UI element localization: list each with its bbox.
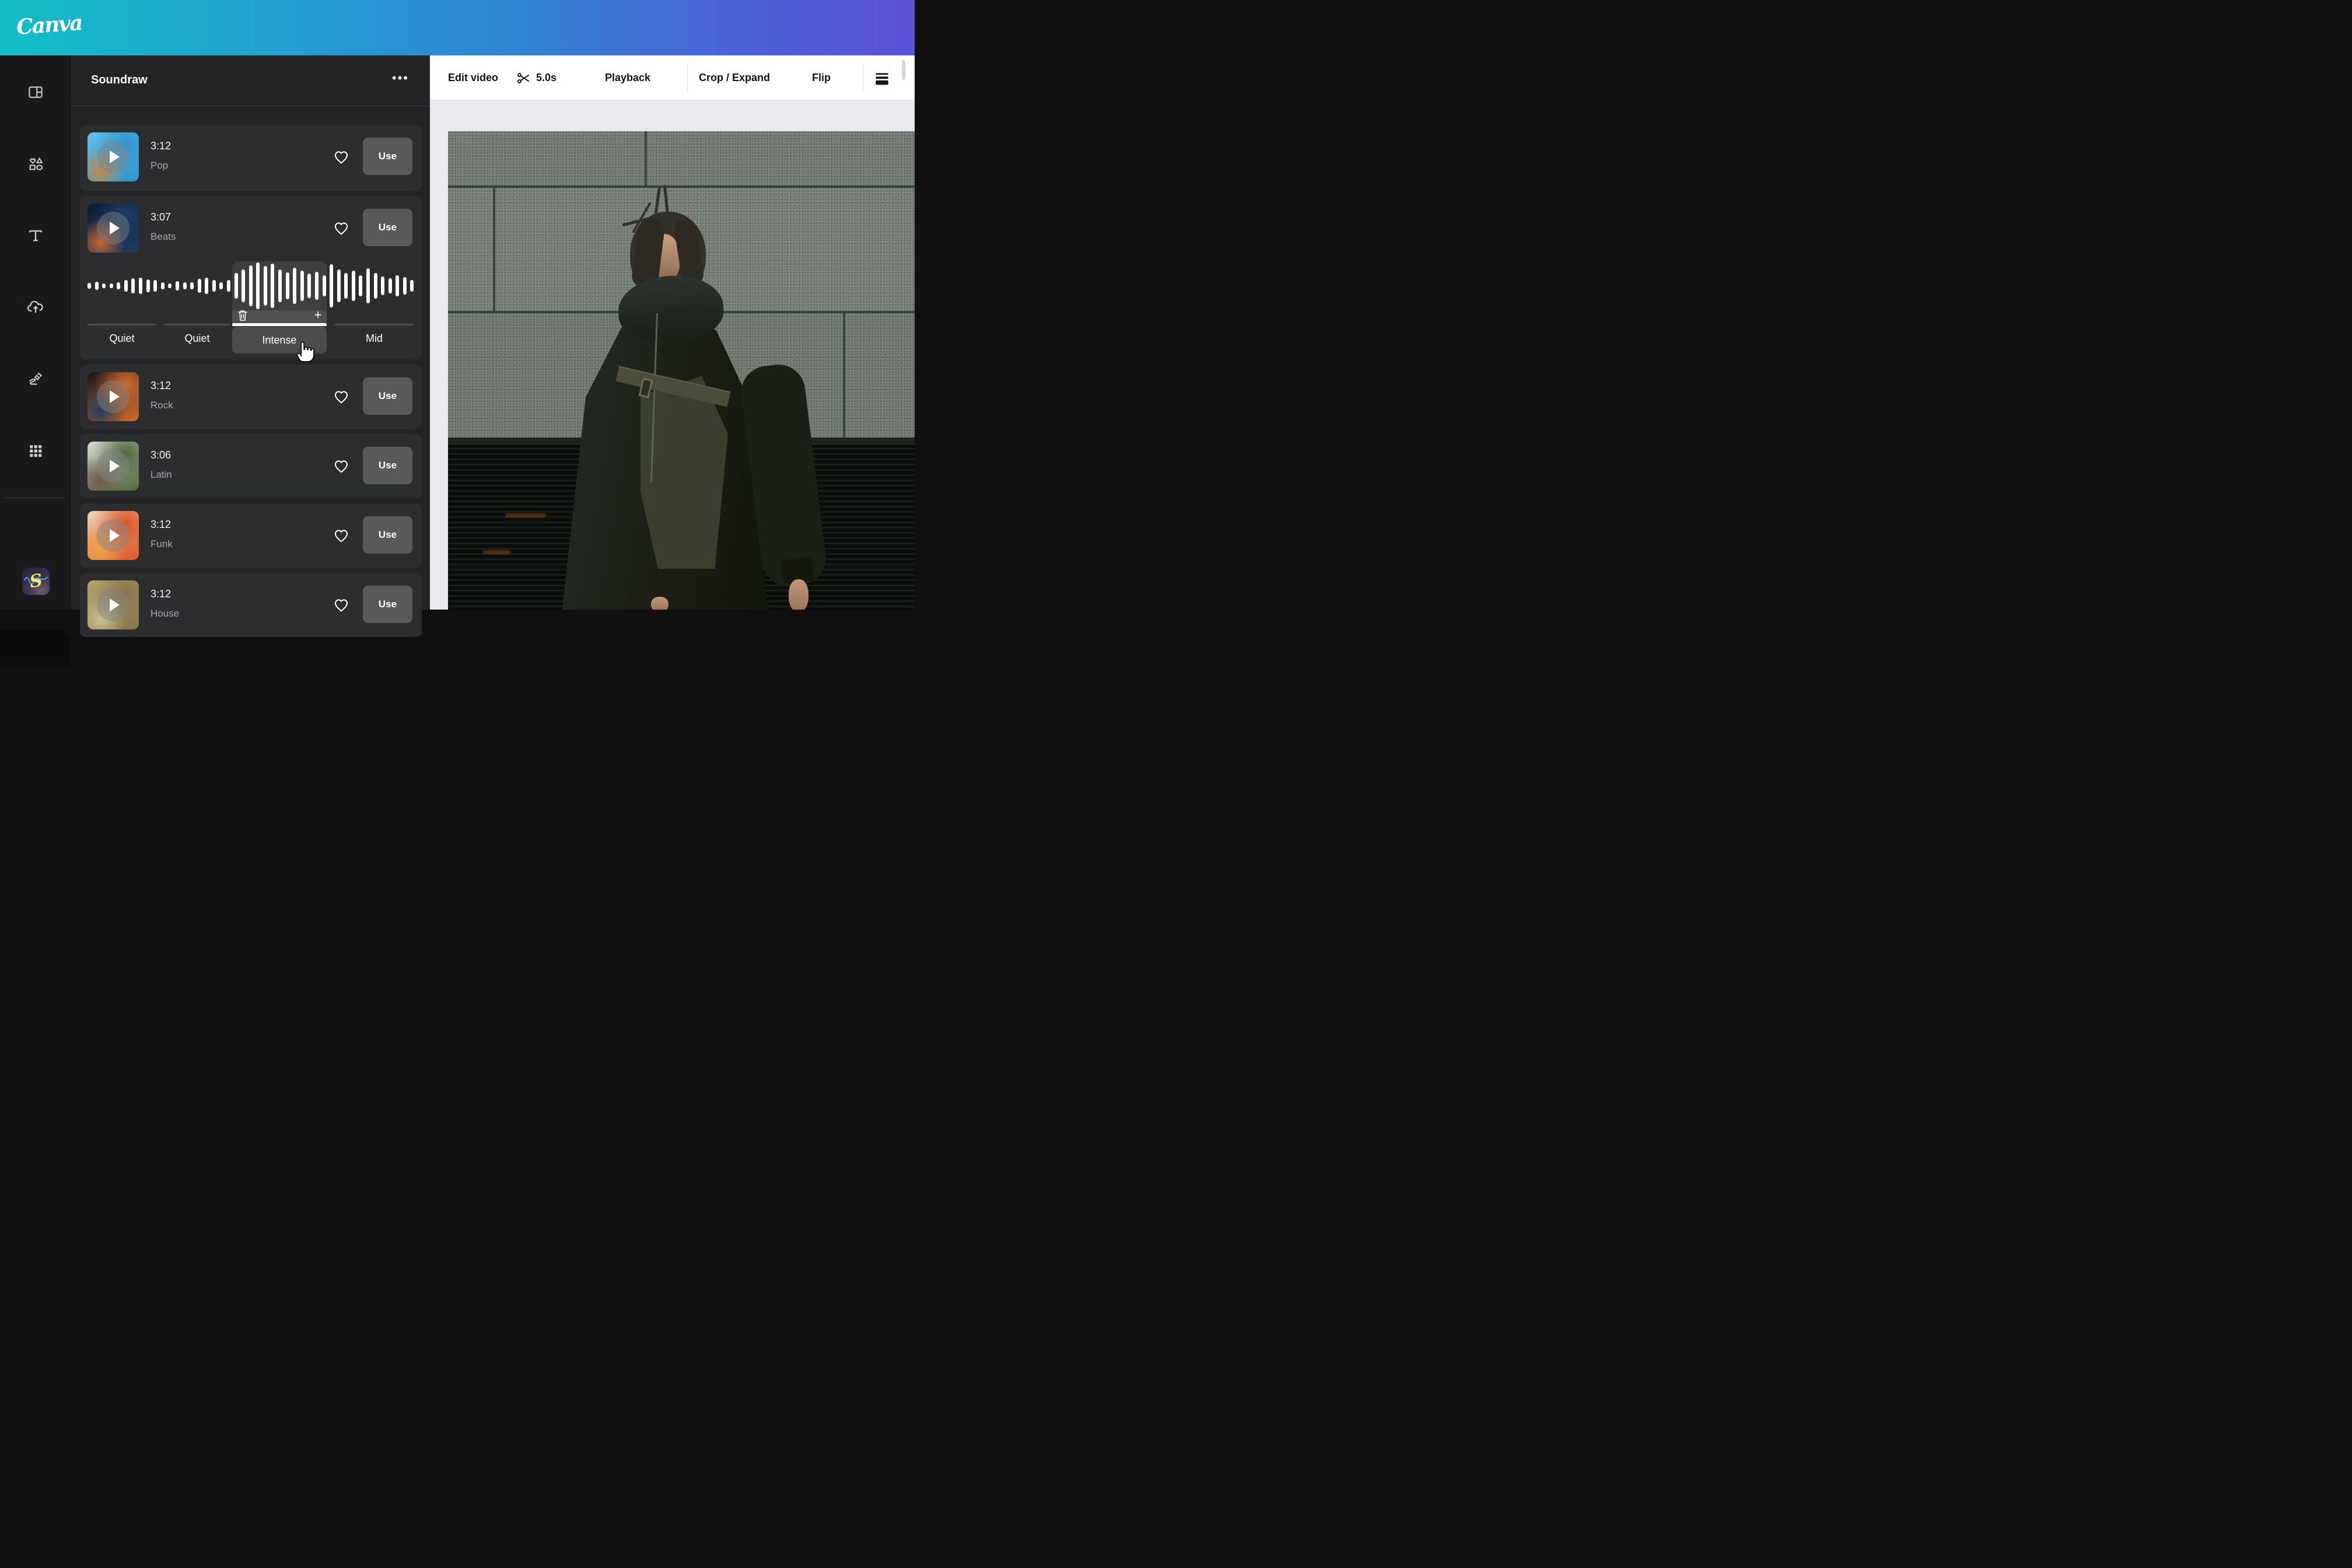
topbar: Canva xyxy=(0,0,915,55)
track-duration: 3:06 xyxy=(150,449,171,461)
sidebar-rail: S xyxy=(0,55,71,610)
track-card[interactable]: 3:12 Pop Use xyxy=(80,125,422,191)
use-button[interactable]: Use xyxy=(363,377,412,415)
section-bar[interactable] xyxy=(232,323,327,326)
section-label-quiet[interactable]: Quiet xyxy=(164,332,230,345)
track-genre: Beats xyxy=(150,231,176,243)
context-toolbar: Edit video 5.0s Playback Crop / Expand F… xyxy=(430,55,915,100)
use-button[interactable]: Use xyxy=(363,586,412,623)
plus-icon[interactable]: + xyxy=(312,308,324,322)
video-frame[interactable] xyxy=(448,131,915,610)
section-bar[interactable] xyxy=(88,324,156,326)
scrollbar-thumb[interactable] xyxy=(902,60,905,80)
position-menu-icon[interactable] xyxy=(874,55,890,100)
mortar-line xyxy=(448,186,915,188)
heart-icon[interactable] xyxy=(332,219,351,238)
waveform-bars xyxy=(88,262,414,309)
track-genre: Funk xyxy=(150,538,173,550)
wall-row xyxy=(448,131,915,187)
section-bar[interactable] xyxy=(334,324,414,326)
text-icon[interactable] xyxy=(0,215,71,256)
section-labels: QuietQuietIntenseMid xyxy=(88,327,414,354)
heart-icon[interactable] xyxy=(332,388,351,407)
hand xyxy=(789,579,808,610)
rust-mark xyxy=(505,513,546,517)
mortar-line xyxy=(843,312,845,438)
flip-button[interactable]: Flip xyxy=(812,55,831,100)
track-thumbnail[interactable] xyxy=(88,132,139,181)
track-card[interactable]: 3:12 Rock Use xyxy=(80,365,422,429)
panel-header: Soundraw ••• xyxy=(71,55,430,106)
apps-grid-icon[interactable] xyxy=(0,430,71,471)
rust-mark xyxy=(483,550,511,554)
heart-icon[interactable] xyxy=(332,527,351,545)
hand xyxy=(651,597,668,610)
use-button[interactable]: Use xyxy=(363,138,412,175)
track-thumbnail[interactable] xyxy=(88,204,139,253)
elements-shapes-icon[interactable] xyxy=(0,144,71,184)
track-duration: 3:12 xyxy=(150,588,171,600)
play-icon[interactable] xyxy=(110,460,120,473)
track-card[interactable]: 3:12 House Use xyxy=(80,573,422,637)
play-icon[interactable] xyxy=(110,529,120,542)
use-button[interactable]: Use xyxy=(363,516,412,554)
edit-video-button[interactable]: Edit video xyxy=(448,55,498,100)
track-duration: 3:12 xyxy=(150,380,171,392)
playback-button[interactable]: Playback xyxy=(605,55,650,100)
section-bar[interactable] xyxy=(164,324,230,326)
uploads-cloud-icon[interactable] xyxy=(0,287,71,328)
mortar-line xyxy=(645,131,647,187)
track-thumbnail[interactable] xyxy=(88,580,139,629)
heart-icon[interactable] xyxy=(332,148,351,167)
use-button[interactable]: Use xyxy=(363,447,412,484)
play-icon[interactable] xyxy=(110,598,120,611)
heart-icon[interactable] xyxy=(332,596,351,615)
canva-logo[interactable]: Canva xyxy=(16,10,83,40)
design-panels-icon[interactable] xyxy=(0,72,71,113)
crop-expand-button[interactable]: Crop / Expand xyxy=(699,55,770,100)
track-card[interactable]: 3:12 Funk Use xyxy=(80,503,422,568)
waveform-editor[interactable]: +QuietQuietIntenseMid xyxy=(88,261,414,359)
rail-bottom-block xyxy=(0,630,71,665)
use-button[interactable]: Use xyxy=(363,209,412,246)
track-thumbnail[interactable] xyxy=(88,442,139,491)
track-list: 3:12 Pop Use 3:07 Beats Use +QuietQuietI… xyxy=(71,106,430,665)
soundraw-panel: Soundraw ••• 3:12 Pop Use 3:07 Beats Use… xyxy=(71,55,430,610)
track-duration: 3:07 xyxy=(150,211,171,223)
track-duration: 3:12 xyxy=(150,140,171,152)
section-label-intense[interactable]: Intense xyxy=(232,327,327,354)
section-label-quiet[interactable]: Quiet xyxy=(88,332,156,345)
track-thumbnail[interactable] xyxy=(88,511,139,560)
track-genre: Pop xyxy=(150,160,168,172)
track-genre: Latin xyxy=(150,469,172,481)
play-icon[interactable] xyxy=(110,390,120,403)
soundraw-app-icon[interactable]: S xyxy=(22,568,50,595)
track-genre: House xyxy=(150,608,179,620)
track-thumbnail[interactable] xyxy=(88,372,139,421)
track-duration: 3:12 xyxy=(150,519,171,531)
track-card[interactable]: 3:07 Beats Use +QuietQuietIntenseMid xyxy=(80,196,422,359)
track-card[interactable]: 3:06 Latin Use xyxy=(80,434,422,498)
trim-duration-button[interactable]: 5.0s xyxy=(516,55,556,100)
play-icon[interactable] xyxy=(110,150,120,163)
heart-icon[interactable] xyxy=(332,457,351,476)
draw-pen-icon[interactable] xyxy=(0,359,71,400)
mortar-line xyxy=(493,187,495,312)
canvas-stage[interactable] xyxy=(430,100,915,610)
trash-icon[interactable] xyxy=(236,309,249,323)
toolbar-divider xyxy=(863,65,864,91)
panel-title: Soundraw xyxy=(91,74,148,87)
section-label-mid[interactable]: Mid xyxy=(334,332,414,345)
track-genre: Rock xyxy=(150,400,173,411)
more-dots-icon[interactable]: ••• xyxy=(392,71,409,86)
scissors-icon xyxy=(516,71,531,86)
play-icon[interactable] xyxy=(110,222,120,235)
toolbar-divider xyxy=(687,65,688,91)
